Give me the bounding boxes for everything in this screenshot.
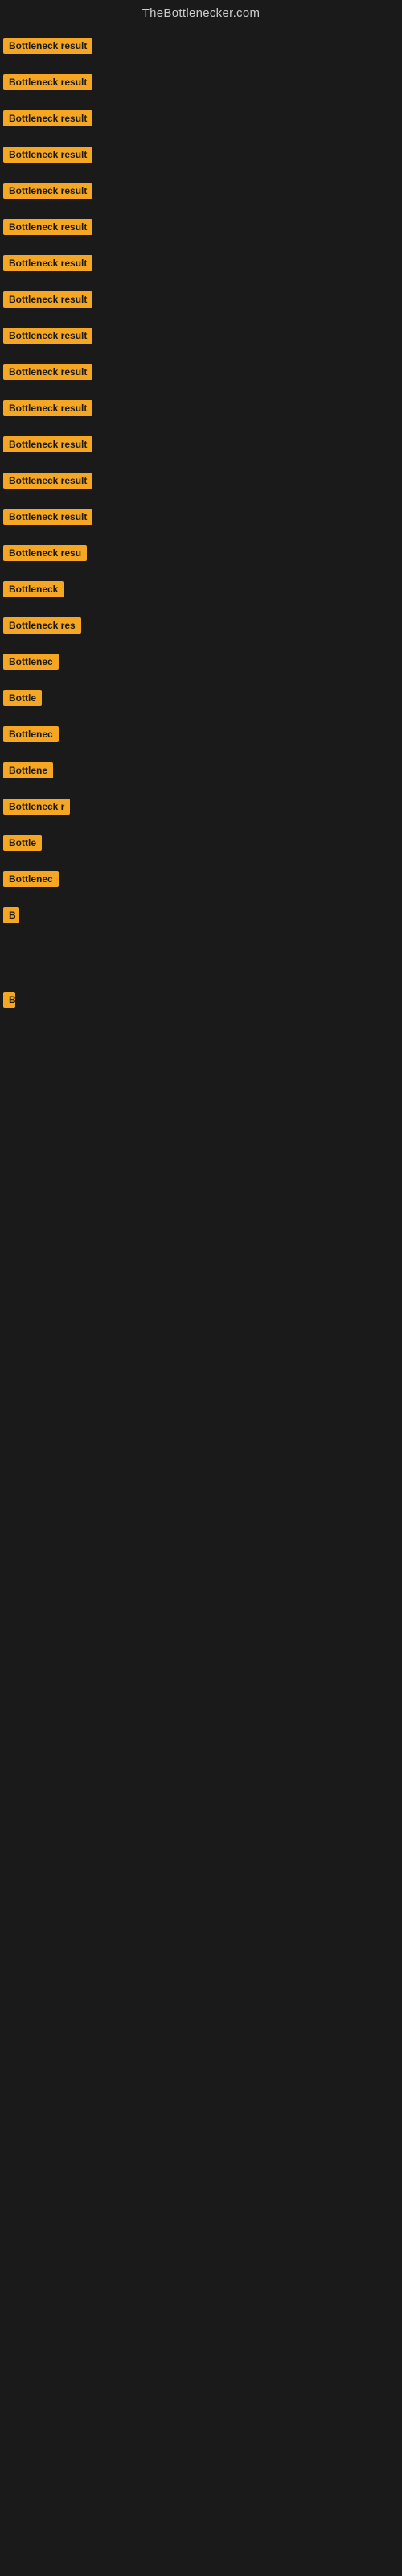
- bottleneck-badge[interactable]: Bottle: [3, 835, 42, 851]
- list-item: Bottleneck r: [0, 791, 402, 827]
- bottleneck-badge[interactable]: Bottleneck result: [3, 183, 92, 199]
- bottleneck-badge[interactable]: Bottleneck r: [3, 799, 70, 815]
- list-item: Bottleneck result: [0, 30, 402, 66]
- bottleneck-badge[interactable]: B: [3, 907, 19, 923]
- list-item: [0, 1052, 402, 1068]
- bottleneck-badge[interactable]: Bottleneck: [3, 581, 64, 597]
- list-item: Bottleneck result: [0, 320, 402, 356]
- bottleneck-badge[interactable]: Bottlenec: [3, 726, 59, 742]
- list-item: [0, 968, 402, 984]
- bottleneck-badge[interactable]: Bottlenec: [3, 871, 59, 887]
- list-item: Bottleneck resu: [0, 537, 402, 573]
- list-item: B: [0, 984, 402, 1020]
- list-item: Bottleneck: [0, 573, 402, 609]
- list-item: Bottlenec: [0, 718, 402, 754]
- list-item: Bottleneck result: [0, 211, 402, 247]
- bottleneck-badge[interactable]: Bottleneck result: [3, 147, 92, 163]
- bottleneck-badge[interactable]: Bottleneck result: [3, 328, 92, 344]
- bottleneck-badge[interactable]: Bottleneck result: [3, 74, 92, 90]
- list-item: [0, 1020, 402, 1036]
- bottleneck-badge[interactable]: Bottleneck result: [3, 219, 92, 235]
- list-item: Bottleneck result: [0, 501, 402, 537]
- list-item: Bottleneck result: [0, 175, 402, 211]
- list-item: Bottleneck result: [0, 283, 402, 320]
- bottleneck-badge[interactable]: Bottleneck result: [3, 473, 92, 489]
- list-item: Bottleneck result: [0, 247, 402, 283]
- list-item: Bottleneck result: [0, 428, 402, 464]
- list-item: Bottlenec: [0, 646, 402, 682]
- list-item: Bottlene: [0, 754, 402, 791]
- list-item: Bottleneck result: [0, 356, 402, 392]
- bottleneck-badge[interactable]: Bottleneck result: [3, 364, 92, 380]
- bottleneck-badge[interactable]: B: [3, 992, 15, 1008]
- bottleneck-badge[interactable]: Bottleneck resu: [3, 545, 87, 561]
- bottleneck-badge[interactable]: Bottleneck result: [3, 38, 92, 54]
- bottleneck-badge[interactable]: Bottle: [3, 690, 42, 706]
- bottleneck-badge[interactable]: Bottleneck result: [3, 400, 92, 416]
- list-item: Bottleneck result: [0, 392, 402, 428]
- list-item: Bottleneck result: [0, 464, 402, 501]
- bottleneck-badge[interactable]: Bottleneck result: [3, 255, 92, 271]
- list-item: [0, 952, 402, 968]
- list-item: Bottleneck result: [0, 102, 402, 138]
- list-item: [0, 1036, 402, 1052]
- bottleneck-badge[interactable]: Bottleneck result: [3, 110, 92, 126]
- list-item: Bottleneck res: [0, 609, 402, 646]
- list-item: Bottle: [0, 682, 402, 718]
- items-list: Bottleneck result Bottleneck result Bottle…: [0, 30, 402, 1068]
- list-item: Bottleneck result: [0, 138, 402, 175]
- bottleneck-badge[interactable]: Bottleneck result: [3, 436, 92, 452]
- bottleneck-badge[interactable]: Bottleneck res: [3, 617, 81, 634]
- bottleneck-badge[interactable]: Bottlenec: [3, 654, 59, 670]
- list-item: Bottleneck result: [0, 66, 402, 102]
- list-item: B: [0, 899, 402, 935]
- list-item: Bottlenec: [0, 863, 402, 899]
- bottleneck-badge[interactable]: Bottleneck result: [3, 291, 92, 308]
- bottleneck-badge[interactable]: Bottlene: [3, 762, 53, 778]
- list-item: Bottle: [0, 827, 402, 863]
- bottleneck-badge[interactable]: Bottleneck result: [3, 509, 92, 525]
- site-header: TheBottlenecker.com: [0, 0, 402, 30]
- list-item: [0, 935, 402, 952]
